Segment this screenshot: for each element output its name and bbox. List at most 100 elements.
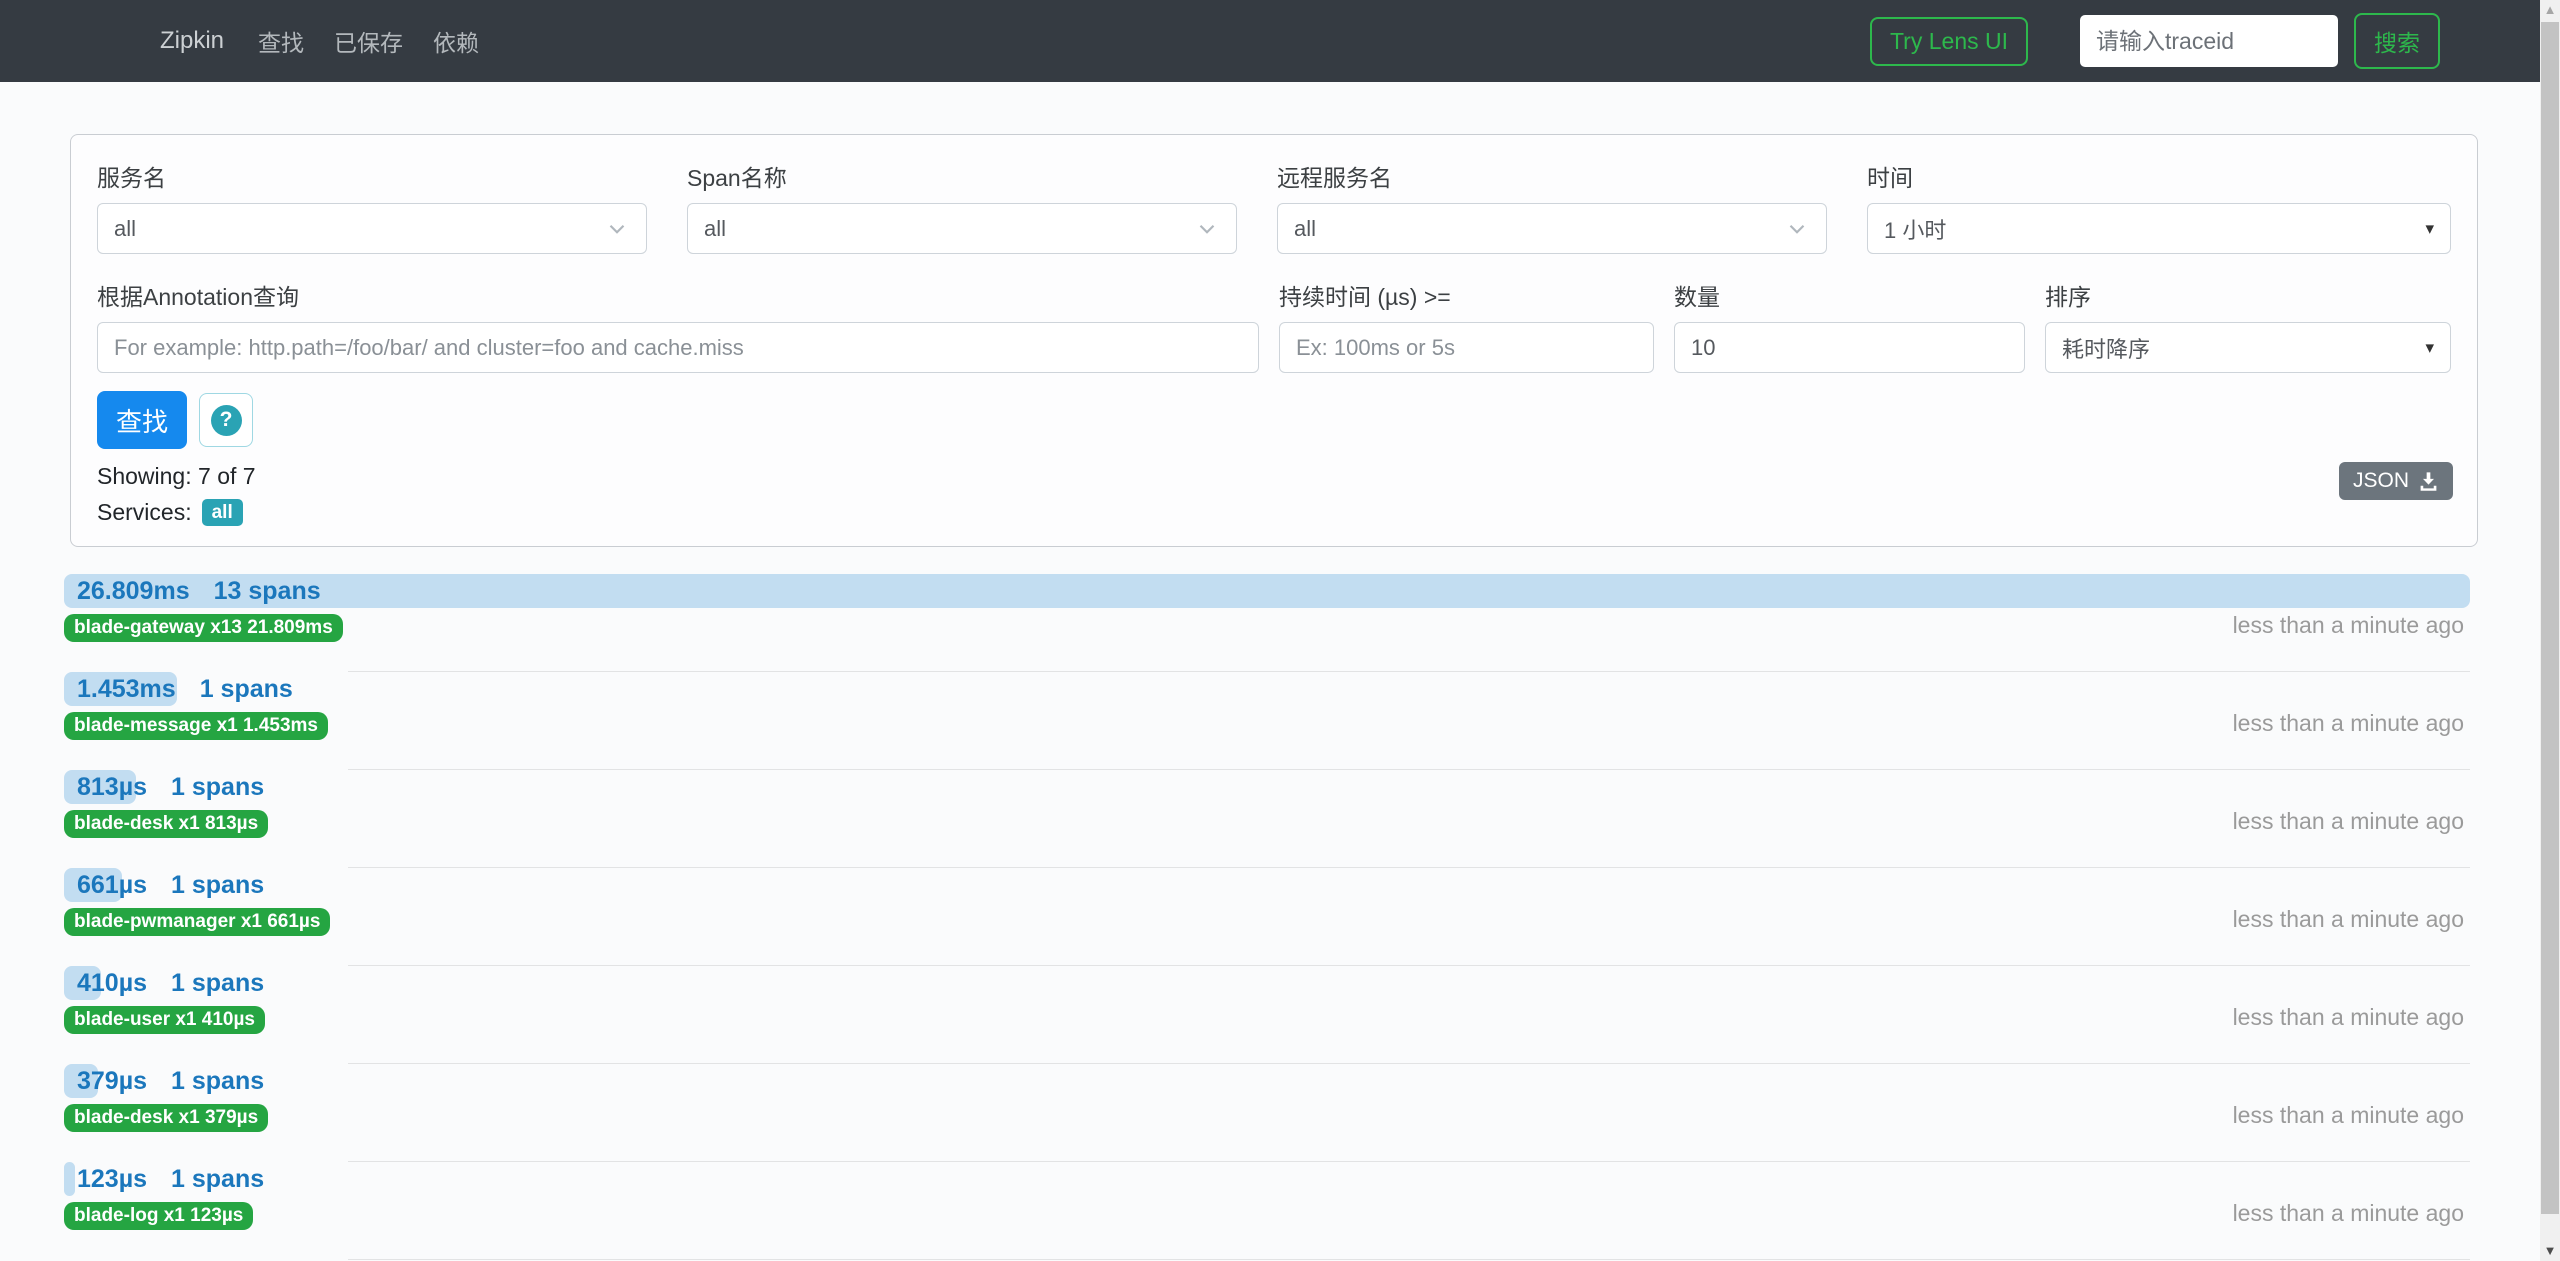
annotation-query-field: 根据Annotation查询 [97, 278, 1259, 373]
chevron-down-icon [604, 216, 630, 242]
trace-head: 661µs 1 spans [64, 868, 2470, 902]
download-icon [2418, 471, 2439, 492]
trace-head: 410µs 1 spans [64, 966, 2470, 1000]
trace-timestamp: less than a minute ago [2233, 906, 2464, 933]
trace-service-badge: blade-message x1 1.453ms [64, 712, 328, 740]
main-content: 服务名 all Span名称 all 远程服务名 all [0, 134, 2560, 1260]
trace-row[interactable]: 123µs 1 spans blade-log x1 123µs less th… [64, 1162, 2470, 1260]
vertical-scrollbar[interactable]: ▲ ▼ [2540, 0, 2560, 1261]
trace-head: 379µs 1 spans [64, 1064, 2470, 1098]
limit-input[interactable] [1674, 322, 2025, 373]
sort-value: 耗时降序 [2062, 332, 2150, 364]
chevron-down-icon [1784, 216, 1810, 242]
services-label: Services: [97, 499, 192, 526]
trace-span-count: 1 spans [171, 871, 264, 900]
traceid-search-input[interactable] [2080, 15, 2338, 67]
span-name-select[interactable]: all [687, 203, 1237, 254]
trace-duration: 379µs [64, 1067, 147, 1096]
trace-timestamp: less than a minute ago [2233, 710, 2464, 737]
question-mark-icon: ? [211, 405, 242, 436]
trace-span-count: 1 spans [171, 969, 264, 998]
nav-item-saved[interactable]: 已保存 [334, 24, 403, 58]
trace-duration: 661µs [64, 871, 147, 900]
lookback-field: 时间 1 小时 ▾ [1867, 159, 2451, 254]
nav-item-dependencies[interactable]: 依赖 [433, 24, 479, 58]
trace-duration: 26.809ms [64, 577, 190, 606]
service-name-select[interactable]: all [97, 203, 647, 254]
service-name-value: all [114, 216, 136, 242]
annotation-query-label: 根据Annotation查询 [97, 278, 1259, 312]
remote-service-field: 远程服务名 all [1277, 159, 1827, 254]
trace-head: 1.453ms 1 spans [64, 672, 2470, 706]
trace-row[interactable]: 26.809ms 13 spans blade-gateway x13 21.8… [64, 574, 2470, 672]
trace-span-count: 1 spans [200, 675, 293, 704]
services-badge[interactable]: all [202, 499, 243, 526]
nav-item-find[interactable]: 查找 [258, 24, 304, 58]
trace-timestamp: less than a minute ago [2233, 1200, 2464, 1227]
remote-service-select[interactable]: all [1277, 203, 1827, 254]
trace-head: 26.809ms 13 spans [64, 574, 2470, 608]
scroll-up-arrow-icon[interactable]: ▲ [2540, 2, 2560, 17]
trace-row[interactable]: 661µs 1 spans blade-pwmanager x1 661µs l… [64, 868, 2470, 966]
lookback-select[interactable]: 1 小时 ▾ [1867, 203, 2451, 254]
search-panel: 服务名 all Span名称 all 远程服务名 all [70, 134, 2478, 547]
trace-duration: 1.453ms [64, 675, 176, 704]
sort-label: 排序 [2045, 278, 2451, 312]
trace-service-badge: blade-gateway x13 21.809ms [64, 614, 343, 642]
trace-timestamp: less than a minute ago [2233, 612, 2464, 639]
services-line: Services: all [97, 499, 2451, 526]
trace-timestamp: less than a minute ago [2233, 1004, 2464, 1031]
annotation-query-input[interactable] [97, 322, 1259, 373]
min-duration-field: 持续时间 (µs) >= [1279, 278, 1654, 373]
navbar: Zipkin 查找 已保存 依赖 Try Lens UI 搜索 [0, 0, 2560, 82]
sort-select[interactable]: 耗时降序 ▾ [2045, 322, 2451, 373]
lookback-label: 时间 [1867, 159, 2451, 193]
brand-zipkin[interactable]: Zipkin [160, 27, 224, 55]
trace-list: 26.809ms 13 spans blade-gateway x13 21.8… [64, 574, 2470, 1260]
span-name-label: Span名称 [687, 159, 1237, 193]
trace-span-count: 1 spans [171, 1067, 264, 1096]
trace-timestamp: less than a minute ago [2233, 1102, 2464, 1129]
scrollbar-thumb[interactable] [2541, 22, 2559, 1214]
chevron-down-icon [1194, 216, 1220, 242]
remote-service-label: 远程服务名 [1277, 159, 1827, 193]
trace-row[interactable]: 1.453ms 1 spans blade-message x1 1.453ms… [64, 672, 2470, 770]
service-name-field: 服务名 all [97, 159, 647, 254]
try-lens-ui-button[interactable]: Try Lens UI [1870, 17, 2028, 66]
limit-label: 数量 [1674, 278, 2025, 312]
limit-field: 数量 [1674, 278, 2025, 373]
json-download-button[interactable]: JSON [2339, 462, 2453, 500]
find-button[interactable]: 查找 [97, 391, 187, 449]
trace-row[interactable]: 410µs 1 spans blade-user x1 410µs less t… [64, 966, 2470, 1064]
trace-timestamp: less than a minute ago [2233, 808, 2464, 835]
showing-count: Showing: 7 of 7 [97, 463, 2451, 490]
trace-row[interactable]: 379µs 1 spans blade-desk x1 379µs less t… [64, 1064, 2470, 1162]
trace-service-badge: blade-user x1 410µs [64, 1006, 265, 1034]
lookback-value: 1 小时 [1884, 213, 1946, 245]
service-name-label: 服务名 [97, 159, 647, 193]
trace-head: 123µs 1 spans [64, 1162, 2470, 1196]
dropdown-triangle-icon: ▾ [2425, 219, 2434, 239]
remote-service-value: all [1294, 216, 1316, 242]
trace-duration: 813µs [64, 773, 147, 802]
trace-row[interactable]: 813µs 1 spans blade-desk x1 813µs less t… [64, 770, 2470, 868]
trace-service-badge: blade-log x1 123µs [64, 1202, 253, 1230]
traceid-search-button[interactable]: 搜索 [2354, 13, 2440, 69]
trace-head: 813µs 1 spans [64, 770, 2470, 804]
scroll-down-arrow-icon[interactable]: ▼ [2540, 1243, 2560, 1258]
trace-service-badge: blade-desk x1 379µs [64, 1104, 268, 1132]
span-name-value: all [704, 216, 726, 242]
span-name-field: Span名称 all [687, 159, 1237, 254]
min-duration-input[interactable] [1279, 322, 1654, 373]
trace-span-count: 13 spans [214, 577, 321, 606]
help-button[interactable]: ? [199, 393, 253, 447]
trace-duration: 410µs [64, 969, 147, 998]
json-button-label: JSON [2353, 469, 2409, 493]
trace-duration: 123µs [64, 1165, 147, 1194]
trace-span-count: 1 spans [171, 1165, 264, 1194]
dropdown-triangle-icon: ▾ [2425, 338, 2434, 358]
sort-field: 排序 耗时降序 ▾ [2045, 278, 2451, 373]
trace-service-badge: blade-pwmanager x1 661µs [64, 908, 330, 936]
trace-service-badge: blade-desk x1 813µs [64, 810, 268, 838]
min-duration-label: 持续时间 (µs) >= [1279, 278, 1654, 312]
